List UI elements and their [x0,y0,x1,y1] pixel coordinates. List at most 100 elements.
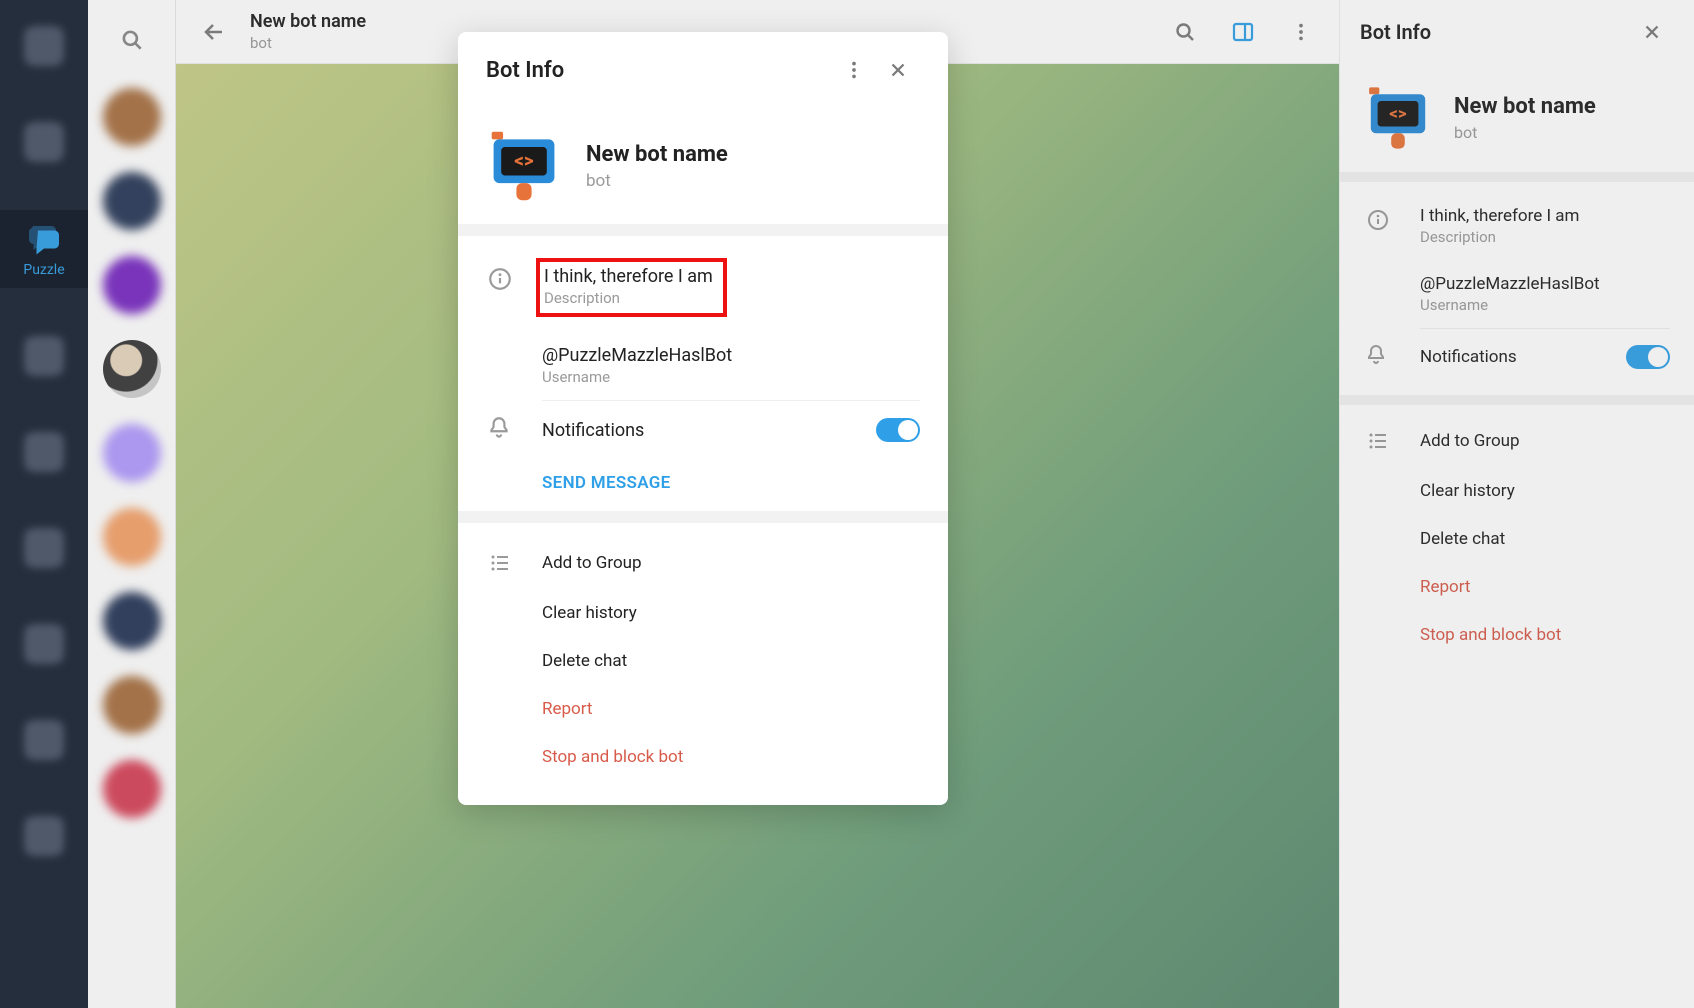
rail-item[interactable] [16,18,72,74]
list-icon [1366,429,1390,453]
modal-add-to-group-button[interactable]: Add to Group [486,537,920,589]
chat-more-button[interactable] [1279,10,1323,54]
bot-subtitle: bot [1454,123,1596,142]
action-label: Delete chat [542,651,627,671]
modal-bot-subtitle: bot [586,171,728,191]
chat-avatar[interactable] [103,340,161,398]
modal-description-value: I think, therefore I am [544,266,713,287]
username-label: Username [1420,296,1600,314]
modal-notifications-label: Notifications [542,420,644,441]
modal-clear-history-button[interactable]: Clear history [486,589,920,637]
username-row[interactable]: @PuzzleMazzleHaslBot Username [1364,260,1670,328]
send-message-label: SEND MESSAGE [542,473,671,493]
info-icon [1366,208,1390,232]
action-label: Report [1420,577,1470,597]
back-icon [202,20,226,44]
chat-avatar[interactable] [103,88,161,146]
modal-header: Bot Info [458,32,948,108]
notifications-label: Notifications [1420,347,1598,367]
rail-item[interactable] [16,520,72,576]
chat-avatar[interactable] [103,172,161,230]
add-to-group-button[interactable]: Add to Group [1364,415,1670,467]
chat-avatar[interactable] [103,424,161,482]
notifications-toggle[interactable] [1626,345,1670,369]
search-button[interactable] [110,18,154,62]
more-icon [1290,21,1312,43]
rail-item[interactable] [16,616,72,672]
chat-avatar[interactable] [103,760,161,818]
chat-list [88,0,176,1008]
bell-icon [1364,343,1388,367]
modal-description-row: I think, therefore I am Description [486,250,920,331]
modal-username-value: @PuzzleMazzleHaslBot [542,345,732,366]
action-label: Add to Group [1420,431,1520,451]
description-value: I think, therefore I am [1420,206,1579,226]
delete-chat-button[interactable]: Delete chat [1364,515,1670,563]
list-icon [488,551,512,575]
rail-item[interactable] [16,114,72,170]
side-panel-header: Bot Info [1340,0,1694,64]
rail-item[interactable] [16,712,72,768]
highlight-annotation: I think, therefore I am Description [536,258,727,317]
clear-history-button[interactable]: Clear history [1364,467,1670,515]
modal-notifications-row[interactable]: Notifications [486,401,920,459]
modal-actions: Add to Group Clear history Delete chat R… [458,523,948,805]
more-icon [843,59,865,81]
modal-report-button[interactable]: Report [486,685,920,733]
rail-item[interactable] [16,328,72,384]
action-label: Report [542,699,592,719]
stop-block-button[interactable]: Stop and block bot [1364,611,1670,659]
modal-description-label: Description [544,289,713,307]
notifications-row[interactable]: Notifications [1364,329,1670,385]
search-icon [119,27,145,53]
bot-avatar [1364,84,1432,152]
close-icon [887,59,909,81]
report-button[interactable]: Report [1364,563,1670,611]
modal-more-button[interactable] [832,48,876,92]
bot-name: New bot name [1454,94,1596,119]
chat-title: New bot name [250,11,366,32]
rail-item[interactable] [16,808,72,864]
side-panel-actions: Add to Group Clear history Delete chat R… [1340,405,1694,683]
chat-search-button[interactable] [1163,10,1207,54]
bell-icon [486,415,512,441]
action-label: Clear history [542,603,637,623]
rail-label: Puzzle [23,262,64,278]
bot-info-modal: Bot Info New bot name bot I think, there… [458,32,948,805]
chat-avatar[interactable] [103,508,161,566]
modal-username-row[interactable]: @PuzzleMazzleHaslBot Username [486,331,920,400]
modal-profile: New bot name bot [486,128,920,204]
action-label: Clear history [1420,481,1515,501]
modal-title: Bot Info [486,58,564,83]
info-icon [487,266,513,292]
side-panel: Bot Info New bot name bot I think, there… [1339,0,1694,1008]
description-row: I think, therefore I am Description [1364,192,1670,260]
chat-subtitle: bot [250,34,366,52]
modal-delete-chat-button[interactable]: Delete chat [486,637,920,685]
chat-avatar[interactable] [103,592,161,650]
bot-avatar [486,128,562,204]
rail-item[interactable] [16,424,72,480]
action-label: Stop and block bot [542,747,683,767]
description-label: Description [1420,228,1579,246]
modal-notifications-toggle[interactable] [876,418,920,442]
toggle-sidepanel-button[interactable] [1221,10,1265,54]
rail-item-puzzle[interactable]: Puzzle [0,210,88,288]
chat-avatar[interactable] [103,676,161,734]
side-panel-title: Bot Info [1360,20,1431,44]
action-label: Stop and block bot [1420,625,1561,645]
search-icon [1173,20,1197,44]
app-rail: Puzzle [0,0,88,1008]
chat-avatar[interactable] [103,256,161,314]
side-panel-close-button[interactable] [1630,10,1674,54]
modal-bot-name: New bot name [586,142,728,167]
modal-close-button[interactable] [876,48,920,92]
send-message-button[interactable]: SEND MESSAGE [486,459,920,493]
modal-stop-block-button[interactable]: Stop and block bot [486,733,920,781]
action-label: Delete chat [1420,529,1505,549]
action-label: Add to Group [542,553,642,573]
username-value: @PuzzleMazzleHaslBot [1420,274,1600,294]
chat-icon [26,220,62,256]
modal-username-label: Username [542,368,732,386]
back-button[interactable] [192,10,236,54]
